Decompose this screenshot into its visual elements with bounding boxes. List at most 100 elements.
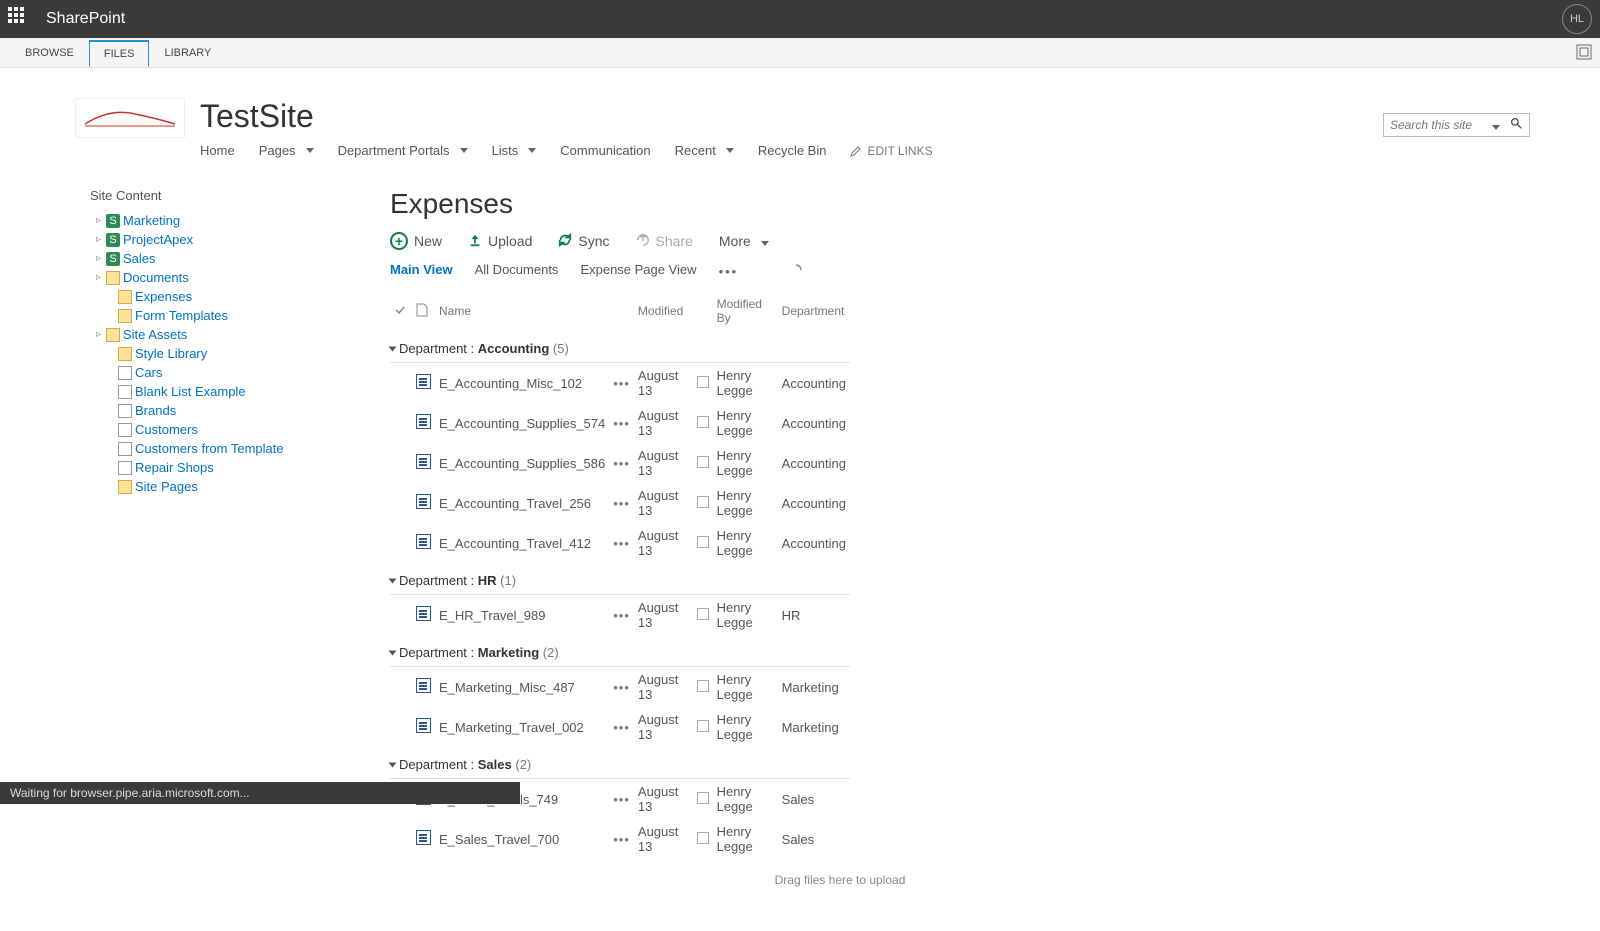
item-menu-button[interactable]: ••• xyxy=(613,792,630,807)
nav-item-site-pages[interactable]: Site Pages xyxy=(90,477,390,496)
site-title[interactable]: TestSite xyxy=(200,98,933,135)
row-checkbox[interactable] xyxy=(697,456,709,468)
more-button[interactable]: More xyxy=(719,233,769,249)
file-name-link[interactable]: E_Accounting_Supplies_586 xyxy=(439,456,605,471)
new-button[interactable]: + New xyxy=(390,232,442,250)
search-input[interactable] xyxy=(1384,114,1484,136)
search-go-icon[interactable] xyxy=(1504,114,1529,136)
nav-link[interactable]: Repair Shops xyxy=(135,460,214,475)
item-menu-button[interactable]: ••• xyxy=(613,720,630,735)
group-header[interactable]: Department : Accounting (5) xyxy=(390,331,850,363)
nav-item-expenses[interactable]: Expenses xyxy=(90,287,390,306)
row-checkbox[interactable] xyxy=(697,496,709,508)
row-checkbox[interactable] xyxy=(697,832,709,844)
sync-button[interactable]: Sync xyxy=(558,233,609,250)
file-name-link[interactable]: E_Accounting_Travel_412 xyxy=(439,536,591,551)
group-header[interactable]: Department : Marketing (2) xyxy=(390,635,850,667)
nav-item-sales[interactable]: ▹SSales xyxy=(90,249,390,268)
site-logo[interactable] xyxy=(75,98,185,138)
views-more-button[interactable]: ••• xyxy=(719,264,739,279)
type-header-icon[interactable] xyxy=(412,291,435,331)
nav-link[interactable]: Expenses xyxy=(135,289,192,304)
row-checkbox[interactable] xyxy=(697,416,709,428)
user-avatar[interactable]: HL xyxy=(1562,4,1592,34)
nav-home[interactable]: Home xyxy=(200,143,235,158)
item-menu-button[interactable]: ••• xyxy=(613,608,630,623)
collapse-icon[interactable] xyxy=(389,579,397,584)
item-menu-button[interactable]: ••• xyxy=(613,832,630,847)
row-checkbox[interactable] xyxy=(697,720,709,732)
table-row[interactable]: E_Accounting_Travel_256•••August 13Henry… xyxy=(390,483,850,523)
group-header[interactable]: Department : HR (1) xyxy=(390,563,850,595)
file-name-link[interactable]: E_Accounting_Misc_102 xyxy=(439,376,582,391)
ribbon-tab-library[interactable]: LIBRARY xyxy=(149,40,226,67)
select-all-header[interactable] xyxy=(390,291,412,331)
ribbon-tab-browse[interactable]: BROWSE xyxy=(10,40,89,67)
collapse-icon[interactable] xyxy=(389,763,397,768)
nav-link[interactable]: ProjectApex xyxy=(123,232,193,247)
nav-item-marketing[interactable]: ▹SMarketing xyxy=(90,211,390,230)
nav-item-blank-list-example[interactable]: Blank List Example xyxy=(90,382,390,401)
nav-item-style-library[interactable]: Style Library xyxy=(90,344,390,363)
item-menu-button[interactable]: ••• xyxy=(613,456,630,471)
col-modifiedby[interactable]: Modified By xyxy=(713,291,778,331)
collapse-icon[interactable] xyxy=(389,347,397,352)
expand-icon[interactable]: ▹ xyxy=(96,215,106,226)
row-checkbox[interactable] xyxy=(697,376,709,388)
nav-item-cars[interactable]: Cars xyxy=(90,363,390,382)
nav-link[interactable]: Sales xyxy=(123,251,156,266)
nav-link[interactable]: Brands xyxy=(135,403,176,418)
ribbon-tab-files[interactable]: FILES xyxy=(89,40,150,67)
group-header[interactable]: Department : Sales (2) xyxy=(390,747,850,779)
item-menu-button[interactable]: ••• xyxy=(613,416,630,431)
file-name-link[interactable]: E_Sales_Travel_700 xyxy=(439,832,559,847)
table-row[interactable]: E_Marketing_Travel_002•••August 13Henry … xyxy=(390,707,850,747)
expand-icon[interactable]: ▹ xyxy=(96,329,106,340)
app-launcher-icon[interactable] xyxy=(8,7,32,31)
nav-link[interactable]: Form Templates xyxy=(135,308,228,323)
edit-links-button[interactable]: EDIT LINKS xyxy=(850,144,932,158)
file-name-link[interactable]: E_Accounting_Travel_256 xyxy=(439,496,591,511)
row-checkbox[interactable] xyxy=(697,608,709,620)
nav-link[interactable]: Site Pages xyxy=(135,479,198,494)
view-main-view[interactable]: Main View xyxy=(390,262,453,281)
expand-icon[interactable]: ▹ xyxy=(96,253,106,264)
table-row[interactable]: E_Accounting_Supplies_574•••August 13Hen… xyxy=(390,403,850,443)
file-name-link[interactable]: E_Marketing_Travel_002 xyxy=(439,720,584,735)
view-expense-page-view[interactable]: Expense Page View xyxy=(580,262,696,281)
table-row[interactable]: E_HR_Travel_989•••August 13Henry LeggeHR xyxy=(390,595,850,636)
nav-item-brands[interactable]: Brands xyxy=(90,401,390,420)
view-all-documents[interactable]: All Documents xyxy=(475,262,559,281)
nav-item-documents[interactable]: ▹Documents xyxy=(90,268,390,287)
nav-recycle-bin[interactable]: Recycle Bin xyxy=(758,143,827,158)
share-button[interactable]: Share xyxy=(636,233,693,250)
nav-item-projectapex[interactable]: ▹SProjectApex xyxy=(90,230,390,249)
nav-link[interactable]: Style Library xyxy=(135,346,207,361)
focus-content-icon[interactable] xyxy=(1576,44,1592,63)
nav-link[interactable]: Site Assets xyxy=(123,327,187,342)
col-name[interactable]: Name xyxy=(435,291,609,331)
table-row[interactable]: E_Accounting_Supplies_586•••August 13Hen… xyxy=(390,443,850,483)
nav-lists[interactable]: Lists xyxy=(492,143,537,158)
table-row[interactable]: E_Accounting_Misc_102•••August 13Henry L… xyxy=(390,363,850,404)
col-department[interactable]: Department xyxy=(778,291,850,331)
collapse-icon[interactable] xyxy=(389,651,397,656)
nav-item-customers[interactable]: Customers xyxy=(90,420,390,439)
item-menu-button[interactable]: ••• xyxy=(613,536,630,551)
table-row[interactable]: E_Sales_Travel_700•••August 13Henry Legg… xyxy=(390,819,850,859)
search-scope-dropdown[interactable] xyxy=(1484,115,1504,136)
file-name-link[interactable]: E_Marketing_Misc_487 xyxy=(439,680,575,695)
nav-department-portals[interactable]: Department Portals xyxy=(338,143,468,158)
nav-communication[interactable]: Communication xyxy=(560,143,650,158)
table-row[interactable]: E_Marketing_Misc_487•••August 13Henry Le… xyxy=(390,667,850,708)
nav-item-customers-from-template[interactable]: Customers from Template xyxy=(90,439,390,458)
nav-item-form-templates[interactable]: Form Templates xyxy=(90,306,390,325)
nav-link[interactable]: Cars xyxy=(135,365,162,380)
col-modified[interactable]: Modified xyxy=(634,291,693,331)
item-menu-button[interactable]: ••• xyxy=(613,376,630,391)
nav-link[interactable]: Documents xyxy=(123,270,189,285)
nav-link[interactable]: Customers xyxy=(135,422,198,437)
nav-recent[interactable]: Recent xyxy=(675,143,734,158)
table-row[interactable]: E_Accounting_Travel_412•••August 13Henry… xyxy=(390,523,850,563)
item-menu-button[interactable]: ••• xyxy=(613,496,630,511)
